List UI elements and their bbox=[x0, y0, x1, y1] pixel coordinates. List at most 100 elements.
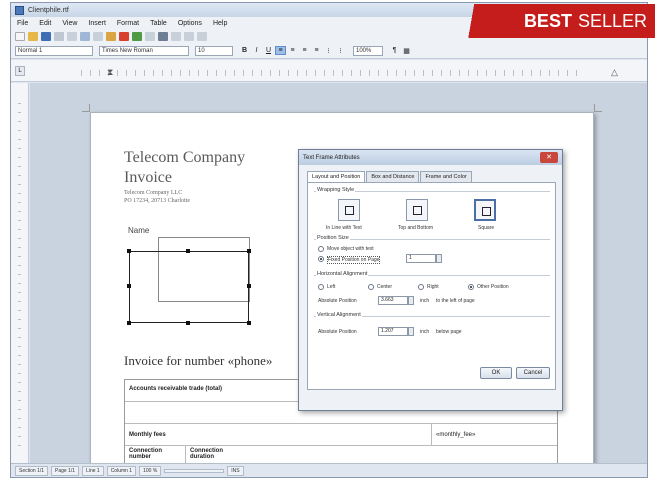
menu-view[interactable]: View bbox=[62, 20, 77, 27]
undo-icon[interactable] bbox=[132, 32, 142, 41]
menu-file[interactable]: File bbox=[17, 20, 28, 27]
style-combo[interactable]: Normal 1 bbox=[15, 45, 93, 56]
horizontal-position-input[interactable]: 3.663 bbox=[378, 296, 408, 305]
page-number-input[interactable]: 1 bbox=[406, 254, 436, 263]
selected-text-frame[interactable] bbox=[127, 249, 251, 325]
vertical-ruler-scale bbox=[18, 103, 21, 453]
paste-icon[interactable] bbox=[106, 32, 116, 41]
paragraph-mark-icon[interactable]: ¶ bbox=[389, 47, 400, 54]
zoom-combo[interactable]: 100% bbox=[353, 45, 383, 56]
print-preview-icon[interactable] bbox=[67, 32, 77, 41]
align-center-label: Center bbox=[377, 284, 393, 290]
tab-box-and-distance[interactable]: Box and Distance bbox=[366, 171, 420, 182]
resize-handle[interactable] bbox=[247, 249, 251, 253]
tab-layout-and-position[interactable]: Layout and Position bbox=[307, 171, 366, 182]
italic-button[interactable]: I bbox=[251, 47, 262, 54]
resize-handle[interactable] bbox=[127, 249, 131, 253]
menu-edit[interactable]: Edit bbox=[39, 20, 51, 27]
table-grid-icon[interactable]: ▦ bbox=[401, 47, 412, 55]
format-toolbar: Normal 1 Times New Roman 10 B I U ≡ ≡ ≡ … bbox=[11, 43, 647, 59]
other-position-radio[interactable] bbox=[468, 284, 474, 290]
table-cell: Monthly fees bbox=[129, 432, 166, 438]
wrap-top-bottom-option[interactable] bbox=[406, 199, 428, 221]
status-insert-mode: INS bbox=[227, 465, 244, 476]
new-document-icon[interactable] bbox=[15, 32, 25, 41]
top-bottom-wrap-icon bbox=[413, 206, 422, 215]
menu-format[interactable]: Format bbox=[117, 20, 139, 27]
insert-table-icon[interactable] bbox=[158, 32, 168, 41]
fixed-position-radio[interactable] bbox=[318, 256, 324, 262]
vertical-position-input[interactable]: 1.207 bbox=[378, 327, 408, 336]
ok-button[interactable]: OK bbox=[480, 367, 512, 379]
table-row[interactable]: Monthly fees «monthly_fee» bbox=[125, 424, 557, 446]
abs-position-label: Absolute Position bbox=[318, 298, 357, 304]
vertical-ruler bbox=[11, 83, 29, 463]
font-combo[interactable]: Times New Roman bbox=[99, 45, 189, 56]
move-with-text-radio[interactable] bbox=[318, 246, 324, 252]
align-right-label: Right bbox=[427, 284, 439, 290]
insert-image-icon[interactable] bbox=[184, 32, 194, 41]
menu-help[interactable]: Help bbox=[213, 20, 227, 27]
status-line: Line 1 bbox=[82, 465, 104, 476]
resize-handle[interactable] bbox=[127, 284, 131, 288]
vertical-suffix: below page bbox=[436, 329, 462, 335]
numbered-list-icon[interactable]: ⁝ bbox=[335, 47, 346, 55]
crop-mark bbox=[594, 104, 602, 112]
tab-stop-selector[interactable]: L bbox=[15, 66, 25, 76]
print-icon[interactable] bbox=[54, 32, 64, 41]
menu-insert[interactable]: Insert bbox=[88, 20, 106, 27]
vertical-unit: inch bbox=[420, 329, 430, 335]
align-center-radio[interactable] bbox=[368, 284, 374, 290]
align-right-radio[interactable] bbox=[418, 284, 424, 290]
bullet-list-icon[interactable]: ⁝ bbox=[323, 47, 334, 55]
bold-button[interactable]: B bbox=[239, 47, 250, 54]
resize-handle[interactable] bbox=[247, 321, 251, 325]
table-row[interactable]: Connection number Connection duration bbox=[125, 446, 557, 463]
text-frame-attributes-dialog[interactable]: Text Frame Attributes ✕ Layout and Posit… bbox=[298, 149, 563, 411]
page-number-spinner[interactable] bbox=[436, 254, 442, 263]
align-right-button[interactable]: ≡ bbox=[299, 47, 310, 54]
wrap-square-option[interactable] bbox=[474, 199, 496, 221]
table-cell: Connection duration bbox=[185, 446, 245, 463]
find-icon[interactable] bbox=[197, 32, 207, 41]
copy-icon[interactable] bbox=[93, 32, 103, 41]
name-label: Name bbox=[128, 226, 150, 235]
wrap-inline-option[interactable] bbox=[338, 199, 360, 221]
redo-icon[interactable] bbox=[145, 32, 155, 41]
document-workspace[interactable]: Telecom Company Invoice Telecom Company … bbox=[30, 83, 647, 463]
window-title: Clientphile.rtf bbox=[28, 6, 69, 14]
underline-button[interactable]: U bbox=[263, 47, 274, 54]
delete-icon[interactable] bbox=[119, 32, 129, 41]
horizontal-ruler[interactable]: L ⧗ △ bbox=[11, 60, 647, 82]
horizontal-position-spinner[interactable] bbox=[408, 296, 414, 305]
left-indent-marker[interactable]: ⧗ bbox=[107, 67, 113, 78]
position-size-title: Position Size bbox=[316, 235, 350, 241]
menu-table[interactable]: Table bbox=[150, 20, 167, 27]
abs-position-label-vertical: Absolute Position bbox=[318, 329, 357, 335]
close-icon[interactable]: ✕ bbox=[540, 152, 558, 163]
size-combo[interactable]: 10 bbox=[195, 45, 233, 56]
resize-handle[interactable] bbox=[127, 321, 131, 325]
save-icon[interactable] bbox=[41, 32, 51, 41]
menu-options[interactable]: Options bbox=[178, 20, 202, 27]
dialog-title-bar[interactable]: Text Frame Attributes ✕ bbox=[299, 150, 562, 165]
align-left-button[interactable]: ≡ bbox=[275, 46, 286, 55]
justify-button[interactable]: ≡ bbox=[311, 47, 322, 54]
resize-handle[interactable] bbox=[247, 284, 251, 288]
table-cell: «monthly_fee» bbox=[431, 424, 479, 445]
tab-frame-and-color[interactable]: Frame and Color bbox=[420, 171, 472, 182]
wrap-inline-label: In Line with Text bbox=[326, 225, 362, 231]
cancel-button[interactable]: Cancel bbox=[516, 367, 550, 379]
status-section: Section 1/1 bbox=[15, 465, 49, 476]
cut-icon[interactable] bbox=[80, 32, 90, 41]
resize-handle[interactable] bbox=[186, 249, 190, 253]
insert-frame-icon[interactable] bbox=[171, 32, 181, 41]
vertical-position-spinner[interactable] bbox=[408, 327, 414, 336]
open-folder-icon[interactable] bbox=[28, 32, 38, 41]
align-center-button[interactable]: ≡ bbox=[287, 47, 298, 54]
align-left-radio[interactable] bbox=[318, 284, 324, 290]
vertical-alignment-title: Vertical Alignment bbox=[316, 312, 362, 318]
table-cell: Connection number bbox=[129, 448, 162, 460]
resize-handle[interactable] bbox=[186, 321, 190, 325]
right-indent-marker[interactable]: △ bbox=[611, 67, 618, 78]
